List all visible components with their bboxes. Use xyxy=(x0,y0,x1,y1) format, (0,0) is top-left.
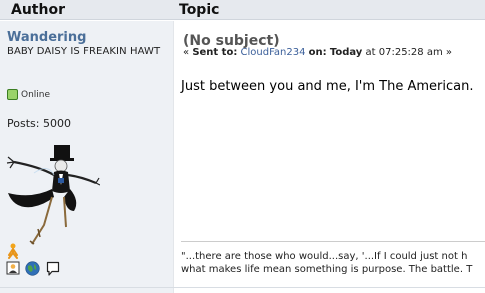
message-body: Just between you and me, I'm The America… xyxy=(181,79,474,94)
online-status-label: Online xyxy=(21,90,51,100)
topic-column-header: Topic xyxy=(179,2,220,18)
signature-divider xyxy=(181,241,485,242)
meta-prefix: « xyxy=(183,47,190,58)
author-name-link[interactable]: Wandering xyxy=(7,30,86,45)
online-status-icon xyxy=(7,89,18,100)
signature: "...there are those who would...say, '..… xyxy=(181,250,472,276)
message-panel: (No subject) « Sent to: CloudFan234 on: … xyxy=(175,21,485,293)
signature-line-1: "...there are those who would...say, '..… xyxy=(181,251,468,262)
author-title: BABY DAISY IS FREAKIN HAWT xyxy=(7,46,161,57)
on-label: on: xyxy=(308,47,327,58)
message-date: Today xyxy=(329,47,363,58)
row-bottom-border xyxy=(0,287,485,288)
message-icon[interactable] xyxy=(46,261,60,277)
table-header: Author Topic xyxy=(0,0,485,20)
post-count: Posts: 5000 xyxy=(7,117,71,130)
avatar-image xyxy=(6,145,100,245)
message-time: at 07:25:28 am » xyxy=(365,47,452,58)
recipient-link[interactable]: CloudFan234 xyxy=(241,47,306,58)
aim-icon[interactable] xyxy=(7,243,19,259)
author-column-header: Author xyxy=(11,2,65,18)
author-panel: Wandering BABY DAISY IS FREAKIN HAWT Onl… xyxy=(0,21,174,293)
contact-icons xyxy=(6,243,76,283)
signature-line-2: what makes life mean something is purpos… xyxy=(181,264,473,275)
sent-to-label: Sent to: xyxy=(192,47,238,58)
message-meta: « Sent to: CloudFan234 on: Today at 07:2… xyxy=(183,47,452,58)
website-globe-icon[interactable] xyxy=(25,261,40,276)
profile-icon[interactable] xyxy=(6,261,20,275)
